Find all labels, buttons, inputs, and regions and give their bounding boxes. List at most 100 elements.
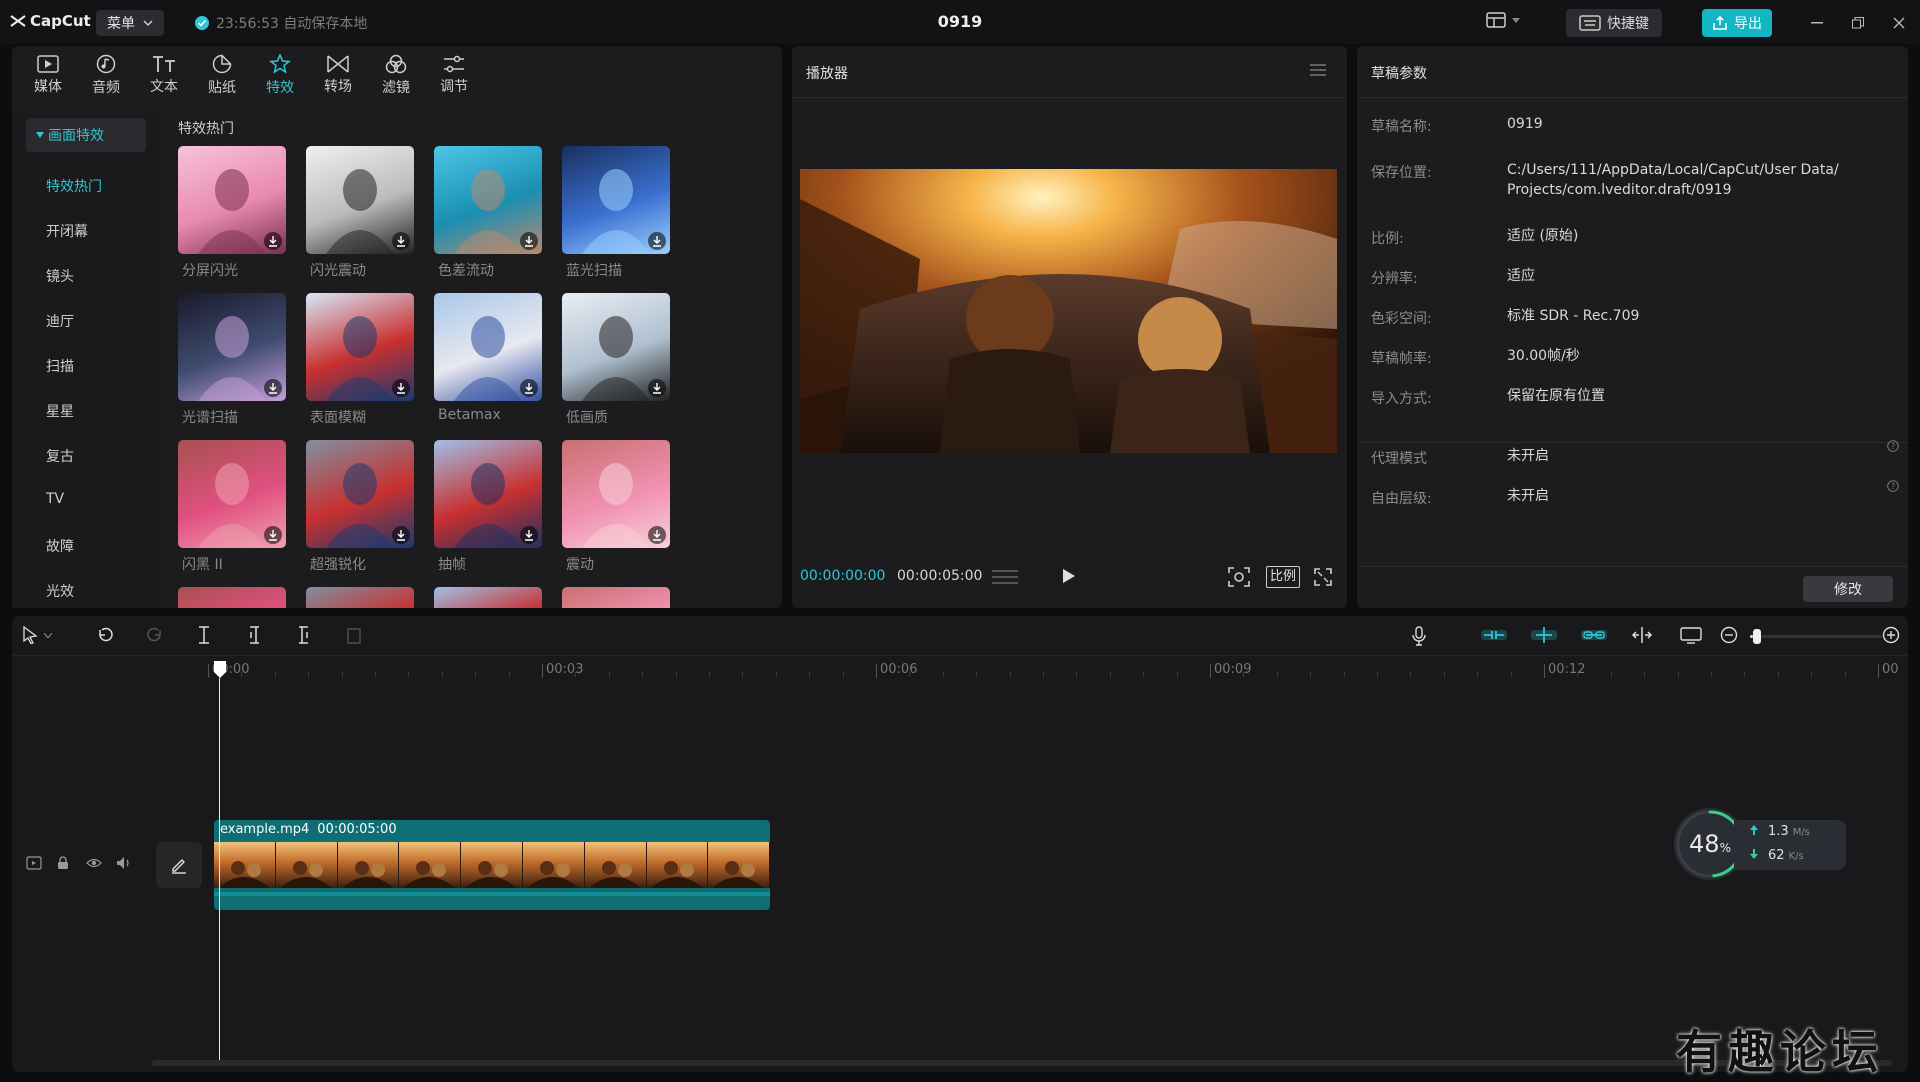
playhead[interactable] bbox=[213, 660, 227, 680]
tab-effects[interactable]: 特效 bbox=[250, 50, 310, 100]
ratio-button[interactable]: 比例 bbox=[1266, 566, 1300, 588]
effect-thumbnail[interactable] bbox=[562, 587, 670, 608]
fullscreen-button[interactable] bbox=[1314, 568, 1332, 586]
category-item[interactable]: 扫描 bbox=[46, 356, 74, 376]
timecode-list-button[interactable] bbox=[992, 568, 1018, 586]
split-button[interactable] bbox=[196, 626, 212, 644]
redo-button[interactable] bbox=[146, 626, 164, 644]
delete-left-button[interactable] bbox=[246, 626, 262, 644]
tab-audio[interactable]: 音频 bbox=[76, 50, 136, 100]
download-icon[interactable] bbox=[648, 379, 666, 397]
category-item[interactable]: 故障 bbox=[46, 536, 74, 556]
shortcut-button[interactable]: 快捷键 bbox=[1566, 9, 1662, 37]
lock-track-button[interactable] bbox=[56, 856, 70, 870]
tab-sticker[interactable]: 贴纸 bbox=[192, 50, 252, 100]
effect-thumbnail[interactable] bbox=[434, 293, 542, 401]
video-preview[interactable] bbox=[800, 169, 1337, 453]
select-tool-button[interactable] bbox=[22, 626, 52, 644]
delete-right-button[interactable] bbox=[296, 626, 312, 644]
minimize-button[interactable] bbox=[1804, 10, 1830, 36]
effect-thumbnail[interactable] bbox=[306, 293, 414, 401]
tab-adjust[interactable]: 调节 bbox=[424, 50, 484, 100]
ruler-minor-tick bbox=[1744, 672, 1746, 677]
zoom-out-button[interactable] bbox=[1720, 626, 1738, 644]
restore-button[interactable] bbox=[1845, 10, 1871, 36]
layout-switch-button[interactable] bbox=[1486, 12, 1520, 28]
effect-thumbnail[interactable] bbox=[178, 146, 286, 254]
category-item[interactable]: TV bbox=[46, 491, 64, 507]
zoom-slider-thumb[interactable] bbox=[1752, 629, 1761, 644]
fit-timeline-button[interactable] bbox=[1680, 626, 1702, 644]
ruler-minor-tick bbox=[608, 672, 610, 677]
category-item[interactable]: 光效 bbox=[46, 581, 74, 601]
effect-thumbnail[interactable] bbox=[178, 440, 286, 548]
download-icon[interactable] bbox=[520, 379, 538, 397]
tab-text[interactable]: 文本 bbox=[134, 50, 194, 100]
effect-thumbnail[interactable] bbox=[562, 146, 670, 254]
download-icon[interactable] bbox=[520, 526, 538, 544]
time-ruler[interactable]: 00:00 00:03 00:06 00:09 00:12 00 bbox=[208, 656, 1908, 686]
play-button[interactable] bbox=[1062, 568, 1076, 584]
chevron-down-icon bbox=[1512, 17, 1520, 23]
category-item[interactable]: 星星 bbox=[46, 401, 74, 421]
mute-track-button[interactable] bbox=[116, 856, 132, 870]
effect-thumbnail[interactable] bbox=[306, 146, 414, 254]
effect-thumbnail[interactable] bbox=[434, 146, 542, 254]
cover-button[interactable] bbox=[26, 856, 42, 870]
category-item[interactable]: 开闭幕 bbox=[46, 221, 88, 241]
category-header[interactable]: 画面特效 bbox=[26, 118, 146, 152]
download-icon[interactable] bbox=[648, 232, 666, 250]
effect-thumbnail[interactable] bbox=[434, 440, 542, 548]
effect-thumbnail[interactable] bbox=[562, 440, 670, 548]
effect-thumbnail[interactable] bbox=[178, 587, 286, 608]
download-icon[interactable] bbox=[392, 379, 410, 397]
effect-thumbnail[interactable] bbox=[434, 587, 542, 608]
download-icon[interactable] bbox=[264, 232, 282, 250]
undo-button[interactable] bbox=[96, 626, 114, 644]
auto-snap-button[interactable] bbox=[1530, 626, 1558, 644]
download-icon[interactable] bbox=[520, 232, 538, 250]
tab-filter[interactable]: 滤镜 bbox=[366, 50, 426, 100]
player-menu-button[interactable] bbox=[1310, 64, 1326, 76]
main-track-magnet-button[interactable] bbox=[1480, 626, 1508, 644]
download-icon[interactable] bbox=[392, 232, 410, 250]
effect-thumbnail[interactable] bbox=[562, 293, 670, 401]
cover-icon bbox=[26, 856, 42, 870]
category-item[interactable]: 迪厅 bbox=[46, 311, 74, 331]
proxy-help-icon[interactable]: ? bbox=[1887, 440, 1899, 452]
modify-button[interactable]: 修改 bbox=[1803, 576, 1893, 602]
menu-button[interactable]: 菜单 bbox=[96, 10, 164, 36]
effect-thumbnail[interactable] bbox=[306, 587, 414, 608]
download-icon[interactable] bbox=[264, 379, 282, 397]
hide-track-button[interactable] bbox=[86, 856, 102, 870]
timeline-scrollbar[interactable] bbox=[152, 1060, 1892, 1066]
category-item[interactable]: 镜头 bbox=[46, 266, 74, 286]
zoom-in-button[interactable] bbox=[1882, 626, 1900, 644]
tab-media[interactable]: 媒体 bbox=[18, 50, 78, 100]
close-button[interactable] bbox=[1886, 10, 1912, 36]
preview-axis-button[interactable] bbox=[1630, 626, 1654, 644]
download-icon[interactable] bbox=[648, 526, 666, 544]
category-item[interactable]: 特效热门 bbox=[46, 176, 102, 196]
zoom-slider[interactable] bbox=[1750, 629, 1882, 644]
export-button[interactable]: 导出 bbox=[1702, 9, 1772, 37]
delete-button[interactable] bbox=[346, 626, 362, 644]
current-time: 00:00:00:00 bbox=[800, 568, 886, 584]
param-label: 导入方式: bbox=[1371, 391, 1432, 407]
param-value: 标准 SDR - Rec.709 bbox=[1507, 306, 1639, 326]
effect-thumbnail[interactable] bbox=[306, 440, 414, 548]
effect-thumbnail[interactable] bbox=[178, 293, 286, 401]
linkage-button[interactable] bbox=[1580, 626, 1608, 644]
video-clip[interactable]: example.mp4 00:00:05:00 bbox=[214, 820, 770, 910]
download-icon[interactable] bbox=[264, 526, 282, 544]
hamburger-icon bbox=[1310, 64, 1326, 76]
ruler-minor-tick bbox=[675, 672, 677, 677]
download-icon[interactable] bbox=[392, 526, 410, 544]
screenshot-button[interactable] bbox=[1228, 567, 1250, 587]
ruler-tick bbox=[876, 664, 877, 678]
record-audio-button[interactable] bbox=[1412, 626, 1426, 646]
edit-cover-button[interactable] bbox=[156, 842, 202, 888]
tab-transition[interactable]: 转场 bbox=[308, 50, 368, 100]
category-item[interactable]: 复古 bbox=[46, 446, 74, 466]
layer-help-icon[interactable]: ? bbox=[1887, 480, 1899, 492]
